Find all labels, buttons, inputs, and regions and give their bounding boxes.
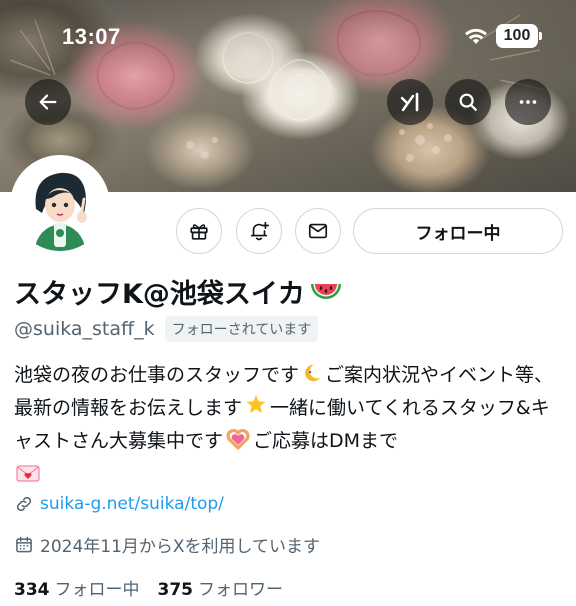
bio-part-1: 池袋の夜のお仕事のスタッフです bbox=[14, 364, 300, 386]
profile-bio: 池袋の夜のお仕事のスタッフです ご案内状況やイベント等、最新の情報をお伝えします一… bbox=[14, 360, 564, 492]
back-button[interactable] bbox=[25, 79, 71, 125]
website-link[interactable]: suika-g.net/suika/top/ bbox=[40, 494, 224, 514]
following-button[interactable]: フォロー中 bbox=[353, 208, 563, 254]
mail-icon bbox=[308, 223, 328, 239]
notifications-button[interactable] bbox=[236, 208, 282, 254]
arrow-left-icon bbox=[39, 94, 57, 110]
status-icons: 100 bbox=[464, 24, 542, 48]
follow-stats: 334 フォロー中 375 フォロワー bbox=[14, 575, 283, 600]
wifi-icon bbox=[465, 28, 487, 44]
link-icon bbox=[16, 496, 32, 512]
bio-part-4: ご応募はDMまで bbox=[253, 430, 399, 452]
followers-count: 375 bbox=[157, 580, 194, 600]
more-horizontal-icon bbox=[519, 100, 537, 104]
followers-label: フォロワー bbox=[198, 580, 283, 600]
search-icon bbox=[459, 93, 477, 111]
status-time: 13:07 bbox=[62, 24, 121, 49]
heart-hands-icon bbox=[225, 428, 251, 459]
glowing-star-icon bbox=[244, 393, 268, 426]
more-button[interactable] bbox=[505, 79, 551, 125]
display-name: スタッフK@池袋スイカ bbox=[14, 272, 343, 311]
display-name-text: スタッフK@池袋スイカ bbox=[14, 279, 305, 310]
joined-row: 2024年11月からXを利用しています bbox=[14, 532, 320, 557]
follows-you-badge: フォローされています bbox=[164, 316, 319, 342]
bell-plus-icon bbox=[250, 221, 269, 241]
battery-indicator: 100 bbox=[496, 24, 542, 48]
following-count: 334 bbox=[14, 580, 50, 600]
watermelon-icon bbox=[310, 283, 341, 299]
crescent-moon-icon bbox=[301, 362, 323, 393]
search-button[interactable] bbox=[445, 79, 491, 125]
user-handle: @suika_staff_k bbox=[14, 318, 155, 340]
calendar-icon bbox=[16, 536, 32, 552]
website-row: suika-g.net/suika/top/ bbox=[14, 494, 224, 514]
grok-button[interactable] bbox=[387, 79, 433, 125]
followers-stat[interactable]: 375 フォロワー bbox=[158, 575, 284, 600]
handle-row: @suika_staff_k フォローされています bbox=[14, 316, 319, 342]
avatar-illustration bbox=[14, 159, 106, 251]
following-label: フォロー中 bbox=[54, 580, 140, 600]
following-stat[interactable]: 334 フォロー中 bbox=[14, 575, 140, 600]
grok-icon bbox=[400, 92, 419, 112]
love-letter-icon bbox=[16, 462, 40, 492]
gift-button[interactable] bbox=[176, 208, 222, 254]
profile-avatar[interactable] bbox=[10, 155, 110, 255]
message-button[interactable] bbox=[295, 208, 341, 254]
joined-date: 2024年11月からXを利用しています bbox=[40, 537, 321, 557]
gift-icon bbox=[190, 224, 208, 240]
